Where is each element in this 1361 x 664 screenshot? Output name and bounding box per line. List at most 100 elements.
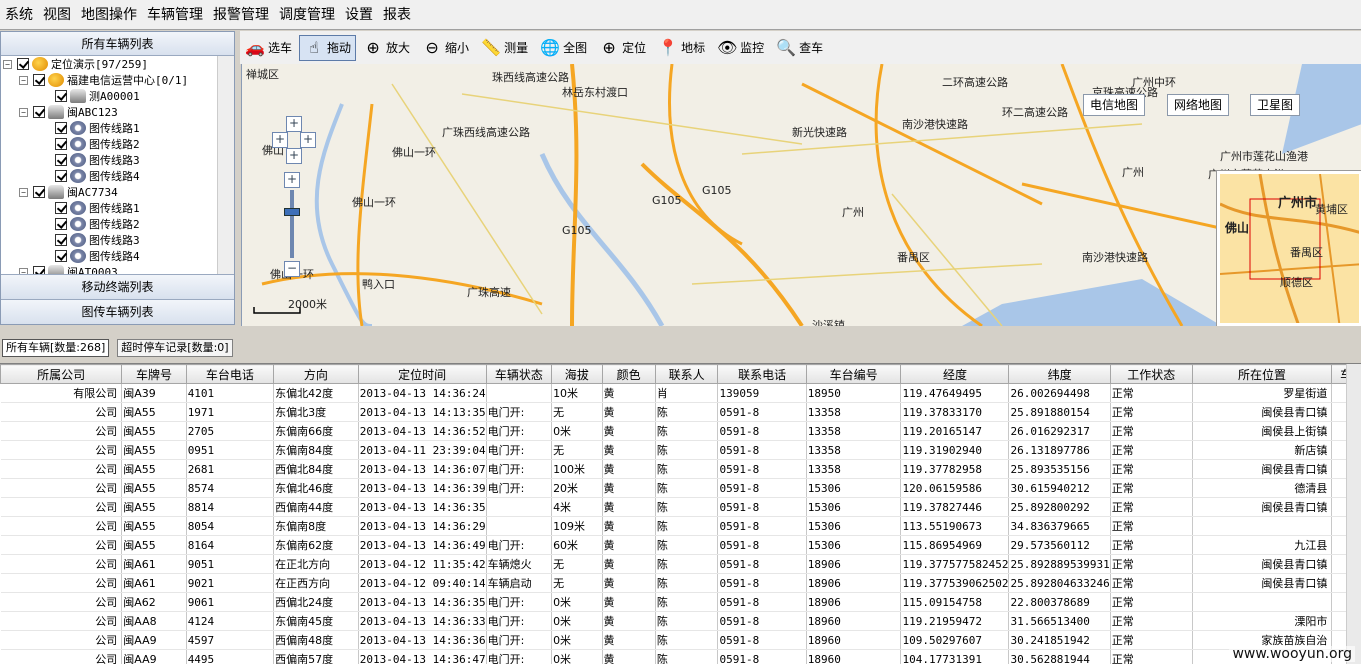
tree-checkbox[interactable]: [55, 122, 67, 134]
tree-node[interactable]: 图传线路3: [1, 232, 234, 248]
map-view[interactable]: 禅城区 珠西线高速公路 林岳东村渡口 佛山 南沙港快速路 新光快速路 番禺区 南沙港快速路 佛山…: [241, 64, 1361, 326]
tree-checkbox[interactable]: [55, 138, 67, 150]
tab-all-vehicles[interactable]: 所有车辆[数量:268]: [2, 339, 110, 357]
table-row[interactable]: 公司 闽A55 8164 东偏南62度 2013-04-13 14:36:49 电门开: 6…: [0, 535, 1361, 555]
tab-overtime-parking[interactable]: 超时停车记录[数量:0]: [117, 339, 233, 357]
column-header[interactable]: 车辆状态: [485, 364, 553, 384]
table-row[interactable]: 公司 闽A55 8814 西偏南44度 2013-04-13 14:36:35 4米黄陈 0…: [0, 497, 1361, 517]
telecom-map-button[interactable]: 电信地图: [1083, 94, 1146, 116]
column-header[interactable]: 车台电话: [185, 364, 275, 384]
tree-checkbox[interactable]: [55, 90, 67, 102]
menu-item[interactable]: 报表: [378, 0, 416, 30]
satellite-map-button[interactable]: 卫星图: [1250, 94, 1301, 116]
column-header[interactable]: 车牌号: [121, 364, 187, 384]
table-row[interactable]: 公司 闽A62 9061 西偏北24度 2013-04-13 14:36:35 电门开: 0…: [0, 592, 1361, 612]
table-row[interactable]: 公司 闽A61 9051 在正北方向 2013-04-12 11:35:42 车辆熄火无黄…: [0, 554, 1361, 574]
column-header[interactable]: 车台编号: [805, 364, 902, 384]
tree-node[interactable]: 图传线路4: [1, 168, 234, 184]
column-header[interactable]: 经度: [900, 364, 1010, 384]
column-header[interactable]: 定位时间: [357, 364, 487, 384]
tree-node[interactable]: 图传线路1: [1, 120, 234, 136]
toolbar-button-eye[interactable]: 👁 监控: [712, 35, 769, 61]
toolbar-button-crosshair[interactable]: ⊕ 定位: [594, 35, 651, 61]
toolbar-button-globe[interactable]: 🌐 全图: [535, 35, 592, 61]
pan-down-icon[interactable]: +: [286, 148, 302, 164]
tree-checkbox[interactable]: [33, 186, 45, 198]
menu-item[interactable]: 系统: [0, 0, 38, 30]
tree-checkbox[interactable]: [17, 58, 29, 70]
overview-map[interactable]: 广州市 黄埔区 佛山 番禺区 顺德区: [1216, 170, 1361, 326]
tree-node[interactable]: − 闽AT0003: [1, 264, 234, 274]
network-map-button[interactable]: 网络地图: [1167, 94, 1230, 116]
tree-node[interactable]: 图传线路2: [1, 136, 234, 152]
tree-node[interactable]: 图传线路1: [1, 200, 234, 216]
table-row[interactable]: 公司 闽A55 8574 东偏北46度 2013-04-13 14:36:39 电门开: 2…: [0, 478, 1361, 498]
tree-checkbox[interactable]: [55, 250, 67, 262]
toolbar-button-car-select[interactable]: 🚗 选车: [240, 35, 297, 61]
pan-left-icon[interactable]: +: [272, 132, 288, 148]
column-header[interactable]: 所在位置: [1191, 364, 1333, 384]
tree-node[interactable]: 图传线路3: [1, 152, 234, 168]
column-header[interactable]: 所属公司: [0, 364, 123, 384]
tree-checkbox[interactable]: [33, 74, 45, 86]
toolbar-button-zoom-out[interactable]: ⊖ 缩小: [417, 35, 474, 61]
table-row[interactable]: 公司 闽AA8 4124 东偏南45度 2013-04-13 14:36:33 电门开: 0…: [0, 611, 1361, 631]
zoom-slider-handle[interactable]: [284, 208, 300, 216]
table-row[interactable]: 有限公司 闽A39 4101 东偏北42度 2013-04-13 14:36:24 10米…: [0, 383, 1361, 403]
table-row[interactable]: 公司 闽A55 1971 东偏北3度 2013-04-13 14:13:35 电门开: 无黄…: [0, 402, 1361, 422]
toolbar-button-measure[interactable]: 📏 测量: [476, 35, 533, 61]
tree-checkbox[interactable]: [55, 234, 67, 246]
column-header[interactable]: 联系人: [654, 364, 719, 384]
zoom-out-button[interactable]: −: [284, 261, 300, 277]
table-row[interactable]: 公司 闽A55 0951 东偏南84度 2013-04-11 23:39:04 电门开: 无…: [0, 440, 1361, 460]
menu-item[interactable]: 地图操作: [76, 0, 142, 30]
zoom-in-button[interactable]: +: [284, 172, 300, 188]
tree-checkbox[interactable]: [55, 202, 67, 214]
column-header[interactable]: 海拔: [551, 364, 603, 384]
table-row[interactable]: 公司 闽A55 2681 西偏北84度 2013-04-13 14:36:07 电门开: 1…: [0, 459, 1361, 479]
tree-checkbox[interactable]: [55, 170, 67, 182]
tree-node[interactable]: 图传线路2: [1, 216, 234, 232]
table-row[interactable]: 公司 闽A55 2705 东偏南66度 2013-04-13 14:36:52 电门开: 0…: [0, 421, 1361, 441]
expander-icon[interactable]: −: [19, 187, 28, 197]
column-header[interactable]: 联系电话: [717, 364, 807, 384]
toolbar-button-zoom-in[interactable]: ⊕ 放大: [358, 35, 415, 61]
toolbar-button-pin[interactable]: 📍 地标: [653, 35, 710, 61]
column-header[interactable]: 颜色: [601, 364, 656, 384]
table-scrollbar[interactable]: [1346, 364, 1361, 664]
pan-up-icon[interactable]: +: [286, 116, 302, 132]
tree-node[interactable]: − 定位演示[97/259]: [1, 56, 234, 72]
tree-node[interactable]: − 闽ABC123: [1, 104, 234, 120]
tree-checkbox[interactable]: [33, 266, 45, 274]
table-row[interactable]: 公司 闽AA9 4597 西偏南48度 2013-04-13 14:36:36 电门开: 0…: [0, 630, 1361, 650]
tree-node[interactable]: − 闽AC7734: [1, 184, 234, 200]
mobile-terminal-list-tab[interactable]: 移动终端列表: [1, 274, 234, 299]
menu-item[interactable]: 设置: [340, 0, 378, 30]
column-header[interactable]: 方向: [273, 364, 359, 384]
expander-icon[interactable]: −: [19, 75, 28, 85]
menu-item[interactable]: 车辆管理: [142, 0, 208, 30]
menu-item[interactable]: 报警管理: [208, 0, 274, 30]
expander-icon[interactable]: −: [19, 267, 28, 274]
table-row[interactable]: 公司 闽AA9 4495 西偏南57度 2013-04-13 14:36:47 电门开: 0…: [0, 649, 1361, 664]
expander-icon[interactable]: −: [3, 59, 12, 69]
tree-scrollbar[interactable]: [217, 56, 234, 274]
tree-checkbox[interactable]: [33, 106, 45, 118]
pan-right-icon[interactable]: +: [300, 132, 316, 148]
tree-checkbox[interactable]: [55, 218, 67, 230]
toolbar-button-search[interactable]: 🔍 查车: [771, 35, 828, 61]
tree-node[interactable]: 图传线路4: [1, 248, 234, 264]
menu-item[interactable]: 调度管理: [274, 0, 340, 30]
zoom-slider[interactable]: [290, 190, 294, 258]
expander-icon[interactable]: −: [19, 107, 28, 117]
table-row[interactable]: 公司 闽A61 9021 在正西方向 2013-04-12 09:40:14 车辆启动无黄…: [0, 573, 1361, 593]
tree-node[interactable]: 测A00001: [1, 88, 234, 104]
tree-checkbox[interactable]: [55, 154, 67, 166]
column-header[interactable]: 工作状态: [1109, 364, 1193, 384]
image-vehicle-list-tab[interactable]: 图传车辆列表: [1, 299, 234, 324]
tree-node[interactable]: − 福建电信运营中心[0/1]: [1, 72, 234, 88]
menu-item[interactable]: 视图: [38, 0, 76, 30]
toolbar-button-hand[interactable]: ☝ 拖动: [299, 34, 357, 61]
table-row[interactable]: 公司 闽A55 8054 东偏南8度 2013-04-13 14:36:29 109米黄陈…: [0, 516, 1361, 536]
column-header[interactable]: 纬度: [1008, 364, 1111, 384]
